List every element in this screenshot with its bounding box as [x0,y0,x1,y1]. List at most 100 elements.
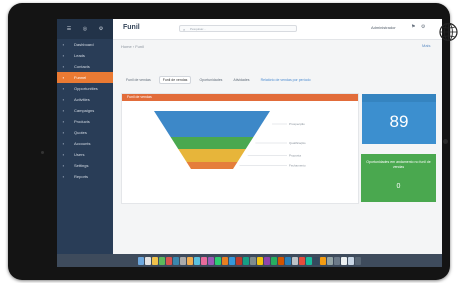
stat-card-header [362,94,436,102]
dock-app-icon[interactable] [166,256,172,265]
sidebar-item-icon: ▪ [62,119,65,124]
funnel-label-1: Prospecção [289,122,305,126]
dock-app-icon[interactable] [194,256,200,265]
tab-5[interactable]: Relatório de vendas por período [258,77,314,83]
sidebar-item-dashboard[interactable]: ▪ Dashboard [57,39,113,50]
sidebar-item-activities[interactable]: ▪ Activities [57,94,113,105]
sidebar-item-label: Products [74,119,90,124]
sidebar-item-icon: ▪ [62,163,65,168]
sidebar-menu: ▪ Dashboard ▪ Leads ▪ Contacts ▪ Funnel ▪ Opportu… [57,39,113,182]
sidebar-item-label: Contacts [74,64,90,69]
dock-app-icon[interactable] [306,256,312,265]
sidebar-item-label: Activities [74,97,90,102]
sidebar-item-label: Settings [74,163,89,168]
sidebar-item-icon: ▪ [62,152,65,157]
search-input[interactable]: ⌕ Pesquisar... [179,25,297,32]
sidebar-item-label: Quotes [74,130,87,135]
dock-app-icon[interactable] [201,256,207,265]
dock-app-icon[interactable] [320,256,326,265]
funnel-segment-3[interactable] [178,149,246,162]
dock-app-icon[interactable] [313,256,319,265]
sidebar-item-products[interactable]: ▪ Products [57,116,113,127]
dock-app-icon[interactable] [215,256,221,265]
sidebar-item-campaigns[interactable]: ▪ Campaigns [57,105,113,116]
sidebar-item-icon: ▪ [62,53,65,58]
dock-app-icon[interactable] [250,256,256,265]
dock-app-icon[interactable] [138,256,144,265]
sidebar-item-label: Dashboard [74,42,94,47]
sidebar-item-label: Leads [74,53,85,58]
dock-app-icon[interactable] [243,256,249,265]
camera-dot [41,151,44,154]
menu-icon[interactable]: ☰ [67,26,71,32]
dock-app-icon[interactable] [348,256,354,265]
search-icon: ⌕ [183,27,186,32]
funnel-segment-2[interactable] [170,137,254,149]
dock-app-icon[interactable] [334,256,340,265]
dock-app-icon[interactable] [327,256,333,265]
sidebar: ☰ ◎ ⚙ ▪ Dashboard ▪ Leads ▪ Contacts ▪ Funnel ▪ O… [57,19,113,254]
sidebar-item-leads[interactable]: ▪ Leads [57,50,113,61]
opportunities-text: Oportunidades em andamento no funil de v… [366,160,431,169]
sidebar-item-icon: ▪ [62,174,65,179]
sidebar-item-funnel[interactable]: ▪ Funnel [57,72,113,83]
search-placeholder: Pesquisar... [190,27,206,31]
dock-app-icon[interactable] [292,256,298,265]
gear-icon[interactable]: ⚙ [99,26,103,32]
dock-app-icon[interactable] [236,256,242,265]
dock-app-icon[interactable] [299,256,305,265]
dock-app-icon[interactable] [180,256,186,265]
sidebar-item-label: Accounts [74,141,91,146]
tab-bar: Funil de vendas Funil de vendas Oportunida… [123,75,428,84]
funnel-panel: Funil de vendas Prospecção Qualificação Pr… [121,93,359,204]
user-name[interactable]: Administrador [371,25,396,30]
sidebar-item-accounts[interactable]: ▪ Accounts [57,138,113,149]
tab-1[interactable]: Funil de vendas [123,77,154,83]
opportunities-card[interactable]: Oportunidades em andamento no funil de v… [361,154,436,202]
sidebar-item-users[interactable]: ▪ Users [57,149,113,160]
sidebar-item-icon: ▪ [62,64,65,69]
dock [57,254,442,267]
dock-app-icon[interactable] [187,256,193,265]
dock-app-icon[interactable] [208,256,214,265]
panel-header: Funil de vendas [122,94,358,101]
sidebar-item-settings[interactable]: ▪ Settings [57,160,113,171]
funnel-segment-4[interactable] [186,162,238,169]
dock-app-icon[interactable] [257,256,263,265]
toolbar-icons[interactable]: ⚑ ⚙ [411,24,427,30]
dock-app-icon[interactable] [271,256,277,265]
tab-4[interactable]: Atividades [230,77,252,83]
tab-2[interactable]: Funil de vendas [158,75,192,84]
sidebar-item-quotes[interactable]: ▪ Quotes [57,127,113,138]
sidebar-item-reports[interactable]: ▪ Reports [57,171,113,182]
funnel-segment-1[interactable] [154,111,270,137]
dock-app-icon[interactable] [285,256,291,265]
sidebar-item-icon: ▪ [62,130,65,135]
opportunities-value: 0 [396,183,401,190]
tablet-frame: ☰ ◎ ⚙ ▪ Dashboard ▪ Leads ▪ Contacts ▪ Funnel ▪ O… [8,3,450,280]
dock-app-icon[interactable] [145,256,151,265]
home-button[interactable] [443,139,448,144]
target-icon[interactable]: ◎ [83,26,87,32]
breadcrumb[interactable]: Home › Funil [121,44,144,49]
dock-app-icon[interactable] [278,256,284,265]
funnel-label-2: Qualificação [289,141,306,145]
dock-app-icon[interactable] [152,256,158,265]
more-link[interactable]: Mais [422,43,430,48]
sidebar-item-icon: ▪ [62,108,65,113]
app-screen: ☰ ◎ ⚙ ▪ Dashboard ▪ Leads ▪ Contacts ▪ Funnel ▪ O… [57,19,442,267]
stat-card[interactable]: 89 [362,94,436,144]
sidebar-item-label: Funnel [74,75,87,80]
dock-app-icon[interactable] [355,256,361,265]
dock-app-icon[interactable] [159,256,165,265]
dock-app-icon[interactable] [229,256,235,265]
sidebar-item-contacts[interactable]: ▪ Contacts [57,61,113,72]
dock-app-icon[interactable] [173,256,179,265]
dock-app-icon[interactable] [264,256,270,265]
stat-value: 89 [389,112,409,131]
dock-app-icon[interactable] [222,256,228,265]
sidebar-item-opportunities[interactable]: ▪ Opportunities [57,83,113,94]
dock-app-icon[interactable] [341,256,347,265]
tab-3[interactable]: Oportunidades [196,77,225,83]
page-title: Funil [123,24,140,31]
